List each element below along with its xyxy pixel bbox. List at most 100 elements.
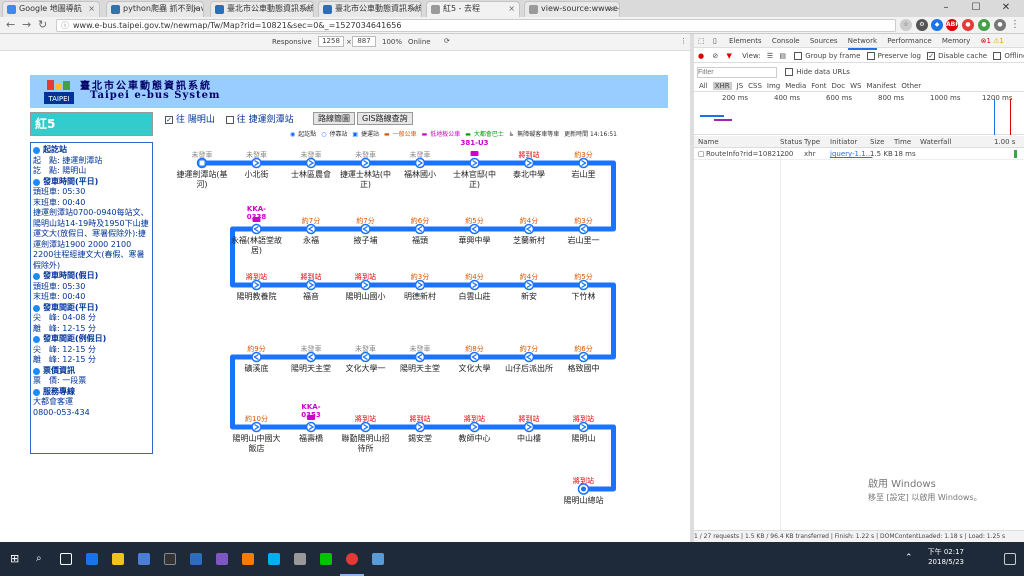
device-width-input[interactable]: 1258 xyxy=(318,36,344,47)
stop-name[interactable]: 文化大學一 xyxy=(339,364,393,374)
browser-tab[interactable]: python爬蟲 抓不到javascri× xyxy=(106,1,204,17)
type-filter-manifest[interactable]: Manifest xyxy=(866,82,896,90)
maximize-button[interactable]: ☐ xyxy=(962,0,990,17)
column-header[interactable]: Name xyxy=(698,136,719,148)
stop-name[interactable]: 下竹林 xyxy=(557,292,611,302)
stop-name[interactable]: 士林官邸(中正) xyxy=(448,170,502,190)
menu-icon[interactable]: ⋮ xyxy=(1010,18,1020,32)
stop-name[interactable]: 陽明山中國大飯店 xyxy=(230,434,284,454)
stop-name[interactable]: 福壽橋 xyxy=(284,434,338,444)
close-tab-icon[interactable]: × xyxy=(608,2,615,16)
adblock-icon[interactable]: ABP xyxy=(946,19,960,31)
stop-name[interactable]: 芝蘭新村 xyxy=(502,236,556,246)
direction-outbound[interactable]: ✓ 往 陽明山 xyxy=(165,115,215,125)
task-view-icon[interactable] xyxy=(60,553,72,565)
app-icon[interactable] xyxy=(190,553,202,565)
sublime-icon[interactable] xyxy=(242,553,254,565)
column-header[interactable]: Initiator xyxy=(830,136,857,148)
stop-name[interactable]: 岩山里 xyxy=(557,170,611,180)
stop-name[interactable]: 陽明山 xyxy=(557,434,611,444)
url-input[interactable]: ⓘ www.e-bus.taipei.gov.tw/newmap/Tw/Map?r… xyxy=(56,19,896,32)
tab-network[interactable]: Network xyxy=(847,34,878,50)
extension-icon[interactable]: ◆ xyxy=(931,19,943,31)
type-filter-css[interactable]: CSS xyxy=(748,82,762,90)
type-filter-ws[interactable]: WS xyxy=(850,82,861,90)
app-icon[interactable] xyxy=(294,553,306,565)
route-map-button[interactable]: 路線簡圖 xyxy=(313,112,355,125)
device-toggle-icon[interactable]: ▯ xyxy=(713,37,717,45)
extension-icon[interactable]: ● xyxy=(962,19,974,31)
column-header[interactable]: Status xyxy=(780,136,802,148)
type-filter-media[interactable]: Media xyxy=(785,82,806,90)
initiator-link[interactable]: jquery-1.1... xyxy=(830,148,872,160)
reload-icon[interactable]: ↻ xyxy=(38,18,47,32)
tab-console[interactable]: Console xyxy=(772,34,800,48)
stop-name[interactable]: 掖子埔 xyxy=(339,236,393,246)
browser-tab[interactable]: view-source:www.e-bus× xyxy=(524,1,620,17)
forward-icon[interactable]: → xyxy=(22,18,31,32)
type-filter-js[interactable]: JS xyxy=(737,82,744,90)
device-mode-select[interactable]: Responsive xyxy=(272,38,312,46)
store-icon[interactable] xyxy=(138,553,150,565)
stop-name[interactable]: 捷運劍潭站(基河) xyxy=(175,170,229,190)
offline-checkbox[interactable]: Offline xyxy=(993,52,1024,60)
stop-name[interactable]: 白雲山莊 xyxy=(448,292,502,302)
windows-start-icon[interactable]: ⊞ xyxy=(10,553,22,565)
back-icon[interactable]: ← xyxy=(6,18,15,32)
hide-data-urls-checkbox[interactable]: Hide data URLs xyxy=(785,68,850,76)
list-view-icon[interactable]: ☰ xyxy=(767,52,773,60)
line-icon[interactable] xyxy=(320,553,332,565)
rotate-icon[interactable]: ⟳ xyxy=(444,37,450,45)
stop-name[interactable]: 格致國中 xyxy=(557,364,611,374)
network-select[interactable]: Online xyxy=(408,38,431,46)
folder-icon[interactable] xyxy=(112,553,124,565)
type-filter-img[interactable]: Img xyxy=(767,82,780,90)
stop-name[interactable]: 教師中心 xyxy=(448,434,502,444)
stop-name[interactable]: 錫安堂 xyxy=(393,434,447,444)
close-tab-icon[interactable]: × xyxy=(192,2,199,16)
stop-name[interactable]: 福林國小 xyxy=(393,170,447,180)
stop-name[interactable]: 陽明天主堂 xyxy=(393,364,447,374)
stop-name[interactable]: 福音 xyxy=(284,292,338,302)
chrome-icon[interactable] xyxy=(346,553,358,565)
direction-inbound[interactable]: 往 捷運劍潭站 xyxy=(225,115,294,125)
stop-name[interactable]: 永福(林語堂故居) xyxy=(230,236,284,256)
preserve-log-checkbox[interactable]: Preserve log xyxy=(866,52,921,60)
close-tab-icon[interactable]: × xyxy=(88,2,95,16)
search-icon[interactable]: ⌕ xyxy=(36,553,48,565)
close-tab-icon[interactable]: × xyxy=(508,2,515,16)
record-icon[interactable]: ● xyxy=(698,52,704,60)
close-tab-icon[interactable]: × xyxy=(302,2,309,16)
close-tab-icon[interactable]: × xyxy=(410,2,417,16)
browser-tab[interactable]: 臺北市公車動態資訊系統 - 陽明山× xyxy=(318,1,422,17)
gis-query-button[interactable]: GIS路線查詢 xyxy=(357,112,413,125)
tab-elements[interactable]: Elements xyxy=(729,34,762,48)
skype-icon[interactable] xyxy=(268,553,280,565)
column-header[interactable]: Type xyxy=(804,136,820,148)
network-tray-icon[interactable]: ⌃ xyxy=(905,553,917,565)
extension-icon[interactable]: ⚙ xyxy=(916,19,928,31)
stop-name[interactable]: 陽明天主堂 xyxy=(284,364,338,374)
stop-name[interactable]: 捷運士林站(中正) xyxy=(339,170,393,190)
tab-sources[interactable]: Sources xyxy=(810,34,838,48)
column-header[interactable]: Size xyxy=(870,136,884,148)
browser-tab-active[interactable]: 紅5 - 去程 × xyxy=(426,1,520,17)
close-window-button[interactable]: ✕ xyxy=(992,0,1020,17)
tab-memory[interactable]: Memory xyxy=(942,34,970,48)
group-by-frame-checkbox[interactable]: Group by frame xyxy=(794,52,860,60)
edge-icon[interactable] xyxy=(86,553,98,565)
system-clock[interactable]: 下午 02:17 2018/5/23 xyxy=(928,547,964,567)
device-height-input[interactable]: 887 xyxy=(352,36,376,47)
terminal-icon[interactable] xyxy=(164,553,176,565)
stop-name[interactable]: 華興中學 xyxy=(448,236,502,246)
column-header[interactable]: Waterfall xyxy=(920,136,951,148)
stop-name[interactable]: 小北街 xyxy=(230,170,284,180)
inspect-icon[interactable]: ⬚ xyxy=(698,37,705,45)
stop-name[interactable]: 福頭 xyxy=(393,236,447,246)
stop-name[interactable]: 礦溪底 xyxy=(230,364,284,374)
stop-name[interactable]: 中山樓 xyxy=(502,434,556,444)
filter-icon[interactable]: ▼ xyxy=(726,52,731,60)
browser-tab[interactable]: Google 地圖導航 × xyxy=(2,1,100,17)
app-icon[interactable] xyxy=(372,553,384,565)
type-filter-font[interactable]: Font xyxy=(811,82,826,90)
